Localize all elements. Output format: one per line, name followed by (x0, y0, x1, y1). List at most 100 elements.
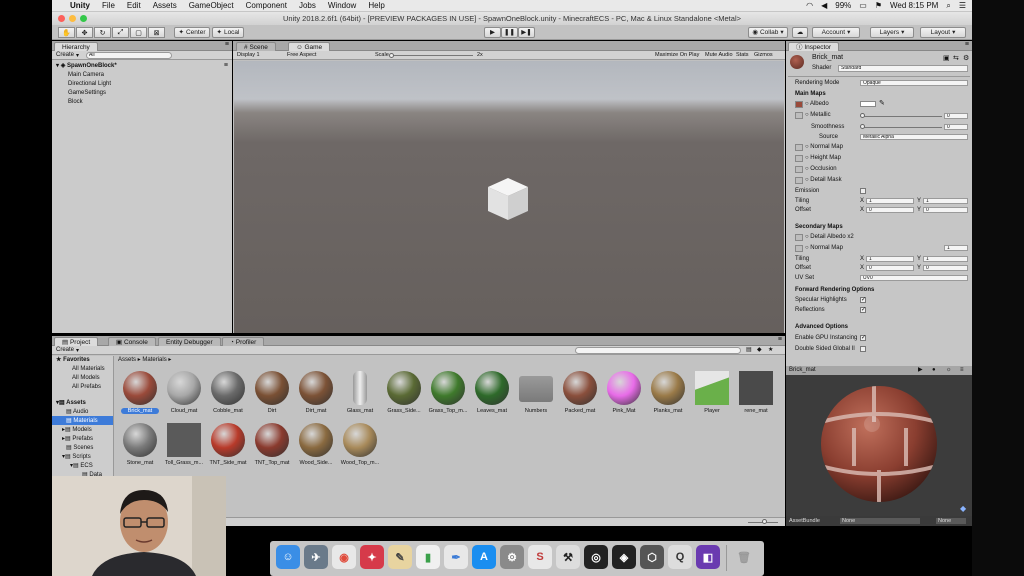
trash-icon[interactable]: 🗑 (732, 545, 756, 569)
gizmos-dropdown[interactable]: Gizmos (754, 51, 773, 60)
scene-menu-icon[interactable]: ≡ (224, 62, 228, 69)
favorite-item[interactable]: All Materials (72, 365, 105, 373)
filter-type-icon[interactable]: ▤ (746, 346, 752, 355)
gear-icon[interactable]: ⚙ (963, 54, 969, 62)
tiling2-x-field[interactable]: 1 (866, 256, 914, 262)
shield-icon[interactable]: ◆ (960, 504, 966, 513)
asset-tile[interactable]: Toll_Grass_m... (162, 422, 206, 474)
mindnode-icon[interactable]: ✦ (360, 545, 384, 569)
tree-item-materials[interactable]: ▤ Materials (66, 417, 98, 425)
aspect-dropdown[interactable]: Free Aspect (287, 51, 316, 60)
asset-tile[interactable]: TNT_Top_mat (250, 422, 294, 474)
scene-root[interactable]: ▾ ◈ SpawnOneBlock* (56, 62, 117, 70)
volume-icon[interactable]: ◀ (821, 0, 827, 12)
normal-map2-slot[interactable] (795, 245, 803, 252)
tab-project[interactable]: ▤ Project (54, 337, 99, 346)
cube-object[interactable] (486, 176, 530, 222)
menu-app[interactable]: Unity (64, 0, 96, 12)
albedo-color-swatch[interactable] (860, 101, 876, 107)
breadcrumb-assets[interactable]: Assets (118, 357, 136, 363)
emission-checkbox[interactable] (860, 188, 866, 194)
rect-tool-icon[interactable]: ▢ (130, 27, 147, 38)
thumbnail-size-thumb[interactable] (762, 519, 767, 524)
asset-tile[interactable]: Grass_Top_m... (426, 370, 470, 422)
scale-slider[interactable] (393, 55, 473, 56)
maximize-on-play-toggle[interactable]: Maximize On Play (655, 51, 699, 60)
asset-tile[interactable]: Player (690, 370, 734, 422)
menu-edit[interactable]: Edit (121, 0, 147, 12)
menu-help[interactable]: Help (362, 0, 390, 12)
tiling2-y-field[interactable]: 1 (923, 256, 968, 262)
asset-tile[interactable]: Dirt (250, 370, 294, 422)
menu-component[interactable]: Component (240, 0, 293, 12)
notes-icon[interactable]: ✎ (388, 545, 412, 569)
project-search-input[interactable] (575, 347, 741, 354)
panel-menu-icon[interactable]: ≡ (225, 41, 229, 48)
asset-tile[interactable]: Packed_mat (558, 370, 602, 422)
tab-console[interactable]: ▣ Console (108, 337, 156, 346)
hierarchy-item[interactable]: GameSettings (68, 89, 106, 97)
preview-sphere-icon[interactable]: ● (932, 366, 936, 375)
tab-hierarchy[interactable]: Hierarchy (54, 42, 98, 51)
game-viewport[interactable] (234, 61, 784, 333)
tree-item-scenes[interactable]: ▤ Scenes (66, 444, 93, 452)
asset-tile[interactable]: Numbers (514, 370, 558, 422)
scale-tool-icon[interactable]: ⤢ (112, 27, 129, 38)
asset-tile[interactable]: Pink_Mat (602, 370, 646, 422)
asset-tile[interactable]: Planks_mat (646, 370, 690, 422)
smoothness-slider[interactable] (862, 127, 942, 128)
breadcrumb-materials[interactable]: Materials (142, 357, 166, 363)
asset-tile[interactable]: rene_mat (734, 370, 778, 422)
tree-item-scripts[interactable]: ▾▤ Scripts (62, 453, 91, 461)
offset-x-field[interactable]: 0 (866, 207, 914, 213)
move-tool-icon[interactable]: ✥ (76, 27, 93, 38)
favorite-item[interactable]: All Models (72, 374, 100, 382)
menu-window[interactable]: Window (322, 0, 362, 12)
obs-icon[interactable]: ◎ (584, 545, 608, 569)
project-create-button[interactable]: Create (56, 346, 74, 355)
scale-slider-thumb[interactable] (389, 53, 394, 58)
source-dropdown[interactable]: Metallic Alpha (860, 134, 968, 140)
finder-icon[interactable]: ☺ (276, 545, 300, 569)
tab-game[interactable]: ☺ Game (288, 42, 331, 51)
asset-tile[interactable]: Dirt_mat (294, 370, 338, 422)
eyedropper-icon[interactable]: ✎ (879, 99, 885, 107)
play-button[interactable]: ▶ (484, 27, 501, 38)
help-icon[interactable]: ▣ (943, 54, 950, 62)
hierarchy-item[interactable]: Block (68, 98, 83, 106)
shader-dropdown[interactable]: Standard (838, 65, 968, 72)
gpu-instancing-checkbox[interactable]: ✓ (860, 335, 866, 341)
smoothness-value-field[interactable]: 0 (944, 124, 968, 130)
specular-checkbox[interactable]: ✓ (860, 297, 866, 303)
uv-set-dropdown[interactable]: UV0 (860, 275, 968, 281)
normal-map2-scale-field[interactable]: 1 (944, 245, 968, 251)
display-dropdown[interactable]: Display 1 (237, 51, 260, 60)
tab-scene[interactable]: # Scene (236, 42, 276, 51)
tab-entity-debugger[interactable]: Entity Debugger (158, 337, 221, 346)
pivot-center-button[interactable]: ✦ Center (174, 27, 210, 38)
hierarchy-search-input[interactable]: All (86, 52, 172, 59)
metallic-texture-slot[interactable] (795, 112, 803, 119)
xcode-icon[interactable]: ⚒ (556, 545, 580, 569)
zoom-window-button[interactable] (80, 15, 87, 22)
collab-button[interactable]: ◉ Collab ▾ (748, 27, 788, 38)
tab-inspector[interactable]: ⓘ Inspector (788, 42, 840, 51)
layout-dropdown[interactable]: Layout ▾ (920, 27, 966, 38)
tiling-x-field[interactable]: 1 (866, 198, 914, 204)
unity-icon[interactable]: ◈ (612, 545, 636, 569)
asset-tile[interactable]: Brick_mat (118, 370, 162, 422)
unity-hub-icon[interactable]: ⬡ (640, 545, 664, 569)
albedo-texture-slot[interactable] (795, 101, 803, 108)
step-button[interactable]: ▶❚ (518, 27, 535, 38)
detail-albedo-slot[interactable] (795, 234, 803, 241)
rotate-tool-icon[interactable]: ↻ (94, 27, 111, 38)
double-sided-checkbox[interactable] (860, 346, 866, 352)
hierarchy-item[interactable]: Main Camera (68, 71, 104, 79)
cloud-button[interactable]: ☁ (792, 27, 808, 38)
close-window-button[interactable] (58, 15, 65, 22)
asset-tile[interactable]: Stone_mat (118, 422, 162, 474)
hand-tool-icon[interactable]: ✋ (58, 27, 75, 38)
menu-assets[interactable]: Assets (147, 0, 183, 12)
numbers-icon[interactable]: ▮ (416, 545, 440, 569)
tree-item-audio[interactable]: ▤ Audio (66, 408, 88, 416)
